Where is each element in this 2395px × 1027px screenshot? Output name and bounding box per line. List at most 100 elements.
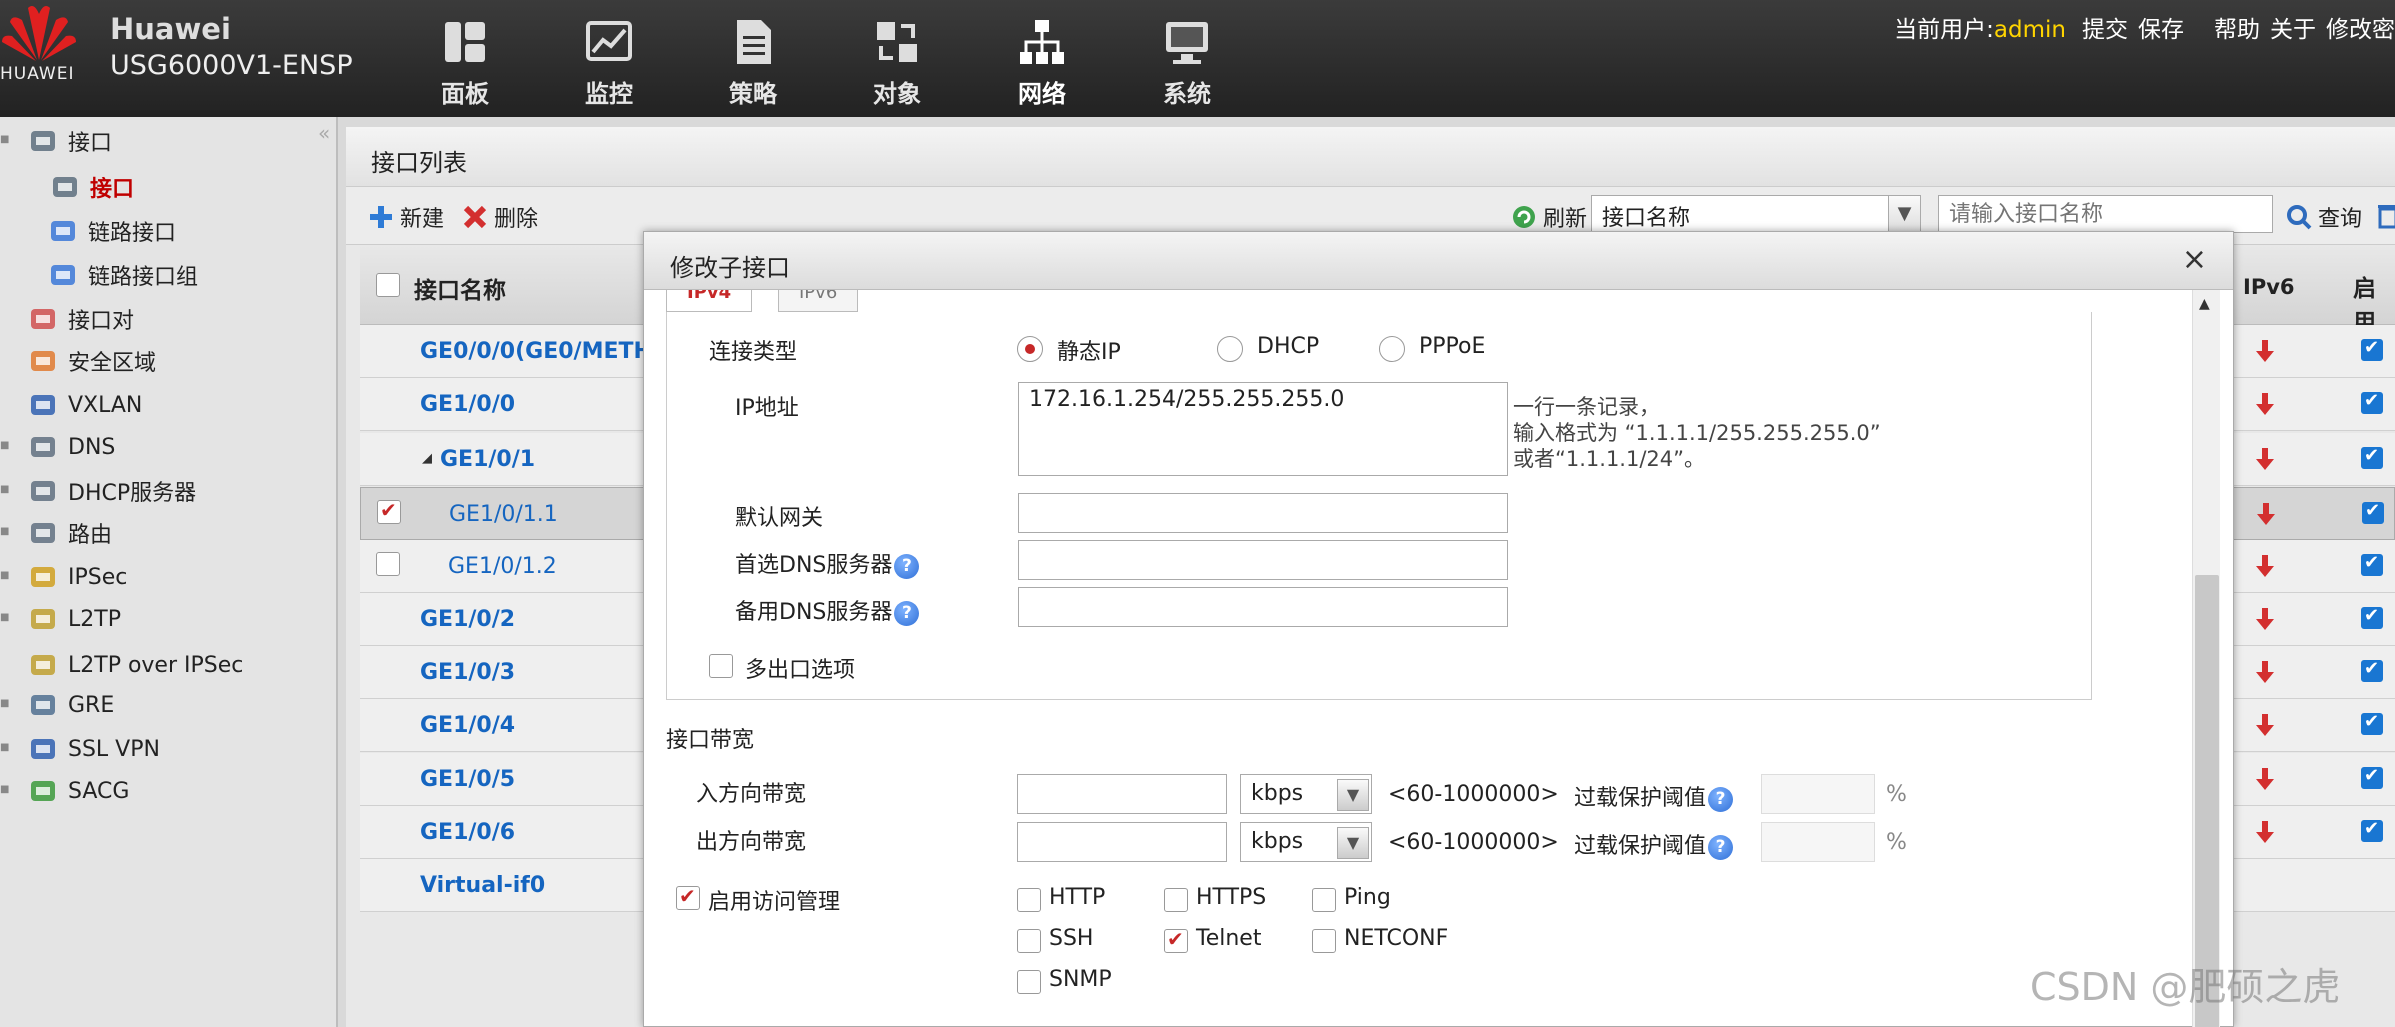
expand-icon[interactable]: ■	[0, 134, 28, 148]
sidebar-item[interactable]: 接口对	[0, 299, 134, 339]
interface-name-link[interactable]: GE0/0/0(GE0/METH)	[420, 339, 662, 364]
sidebar-item[interactable]: ■ DNS	[0, 427, 115, 467]
refresh-button[interactable]: 刷新	[1511, 201, 1587, 233]
service-checkbox-netconf[interactable]	[1312, 929, 1336, 953]
expand-arrow-icon[interactable]: ◢	[422, 451, 432, 466]
enable-checkbox[interactable]	[2361, 605, 2383, 629]
enable-checkbox[interactable]	[2361, 337, 2383, 361]
new-button[interactable]: 新建	[368, 201, 444, 233]
select-all-checkbox[interactable]	[376, 273, 400, 297]
ip-address-textarea[interactable]: 172.16.1.254/255.255.255.0	[1018, 382, 1508, 476]
service-checkbox-http[interactable]	[1017, 888, 1041, 912]
in-bandwidth-input[interactable]	[1017, 774, 1227, 814]
sidebar-item[interactable]: ■ DHCP服务器	[0, 471, 196, 511]
help-icon[interactable]: ?	[894, 553, 920, 579]
sidebar-item[interactable]: VXLAN	[0, 385, 142, 425]
radio-static-ip[interactable]	[1017, 336, 1043, 362]
in-overload-input[interactable]	[1761, 774, 1875, 814]
column-ipv6-header[interactable]: IPv6	[2243, 275, 2295, 299]
interface-name-link[interactable]: GE1/0/4	[420, 713, 515, 738]
enable-checkbox[interactable]	[2361, 552, 2383, 576]
enable-checkbox[interactable]	[2361, 390, 2383, 414]
enable-checkbox[interactable]	[2362, 500, 2384, 524]
close-icon[interactable]: ×	[2182, 242, 2207, 277]
sidebar-item[interactable]: ■ SSL VPN	[0, 729, 160, 769]
gateway-input[interactable]	[1018, 493, 1508, 533]
out-bandwidth-input[interactable]	[1017, 822, 1227, 862]
expand-icon[interactable]: ■	[0, 784, 28, 798]
radio-dhcp[interactable]	[1217, 336, 1243, 362]
service-checkbox-snmp[interactable]	[1017, 970, 1041, 994]
save-link[interactable]: 保存	[2138, 17, 2184, 43]
radio-pppoe[interactable]	[1379, 336, 1405, 362]
nav-system[interactable]: 系统	[1142, 18, 1232, 108]
expand-icon[interactable]: ■	[0, 440, 28, 454]
enable-checkbox[interactable]	[2361, 711, 2383, 735]
multi-exit-checkbox[interactable]	[709, 654, 733, 678]
enable-checkbox[interactable]	[2361, 445, 2383, 469]
service-checkbox-telnet[interactable]	[1164, 927, 1188, 953]
out-bandwidth-unit-select[interactable]: kbps ▼	[1240, 822, 1372, 862]
nav-policy[interactable]: 策略	[708, 18, 798, 108]
enable-checkbox[interactable]	[2361, 765, 2383, 789]
collapse-sidebar-icon[interactable]: «	[318, 121, 330, 145]
about-link[interactable]: 关于	[2270, 17, 2316, 43]
sidebar-item[interactable]: L2TP over IPSec	[0, 645, 243, 685]
out-overload-input[interactable]	[1761, 822, 1875, 862]
enable-checkbox[interactable]	[2361, 658, 2383, 682]
nav-dashboard[interactable]: 面板	[420, 18, 510, 108]
dns1-input[interactable]	[1018, 540, 1508, 580]
interface-name-link[interactable]: GE1/0/0	[420, 392, 515, 417]
search-input[interactable]	[1938, 195, 2273, 233]
tab-ipv4[interactable]: IPv4	[666, 290, 753, 312]
enable-checkbox[interactable]	[2361, 818, 2383, 842]
sidebar-item[interactable]: ■ SACG	[0, 771, 129, 811]
scroll-up-icon[interactable]: ▲	[2199, 296, 2210, 312]
interface-name-link[interactable]: GE1/0/1.2	[448, 554, 557, 579]
sidebar-item[interactable]: ■ GRE	[0, 685, 114, 725]
service-checkbox-ping[interactable]	[1312, 888, 1336, 912]
expand-icon[interactable]: ■	[0, 570, 28, 584]
help-link[interactable]: 帮助	[2214, 17, 2260, 43]
interface-name-link[interactable]: GE1/0/3	[420, 660, 515, 685]
filter-field-select[interactable]: 接口名称 ▼	[1591, 195, 1921, 233]
interface-name-link[interactable]: GE1/0/1.1	[449, 502, 558, 527]
sidebar-item[interactable]: ■ 接口	[0, 121, 112, 161]
expand-icon[interactable]: ■	[0, 698, 28, 712]
in-bandwidth-unit-select[interactable]: kbps ▼	[1240, 774, 1372, 814]
submit-link[interactable]: 提交	[2082, 17, 2128, 43]
trash-icon[interactable]	[2378, 203, 2395, 229]
nav-network[interactable]: 网络	[997, 18, 1087, 108]
dialog-scrollbar[interactable]: ▲	[2192, 290, 2220, 1027]
help-icon[interactable]: ?	[894, 600, 920, 626]
sidebar-item[interactable]: ■ 路由	[0, 513, 112, 553]
row-checkbox[interactable]	[376, 552, 400, 576]
tab-ipv6[interactable]: IPv6	[778, 290, 859, 312]
sidebar-item[interactable]: ■ IPSec	[0, 557, 127, 597]
interface-name-link[interactable]: GE1/0/5	[420, 767, 515, 792]
sidebar-item[interactable]: 链路接口组	[0, 255, 198, 295]
row-checkbox[interactable]	[377, 498, 401, 524]
help-icon[interactable]: ?	[1708, 834, 1734, 860]
sidebar-item[interactable]: 链路接口	[0, 211, 176, 251]
interface-name-link[interactable]: Virtual-if0	[420, 873, 545, 898]
access-management-checkbox[interactable]	[676, 884, 700, 910]
sidebar-item[interactable]: 接口	[0, 167, 134, 207]
service-checkbox-https[interactable]	[1164, 888, 1188, 912]
interface-name-link[interactable]: GE1/0/2	[420, 607, 515, 632]
dns2-input[interactable]	[1018, 587, 1508, 627]
service-checkbox-ssh[interactable]	[1017, 929, 1041, 953]
nav-monitor[interactable]: 监控	[564, 18, 654, 108]
sidebar-item[interactable]: ■ L2TP	[0, 599, 121, 639]
help-icon[interactable]: ?	[1708, 786, 1734, 812]
expand-icon[interactable]: ■	[0, 526, 28, 540]
change-password-link[interactable]: 修改密	[2326, 17, 2395, 43]
query-button[interactable]: 查询	[2286, 201, 2362, 233]
nav-object[interactable]: 对象	[852, 18, 942, 108]
expand-icon[interactable]: ■	[0, 742, 28, 756]
interface-name-link[interactable]: GE1/0/6	[420, 820, 515, 845]
column-name-header[interactable]: 接口名称	[414, 271, 506, 305]
sidebar-item[interactable]: 安全区域	[0, 341, 156, 381]
interface-name-link[interactable]: GE1/0/1	[440, 447, 535, 472]
delete-button[interactable]: 删除	[462, 201, 538, 233]
